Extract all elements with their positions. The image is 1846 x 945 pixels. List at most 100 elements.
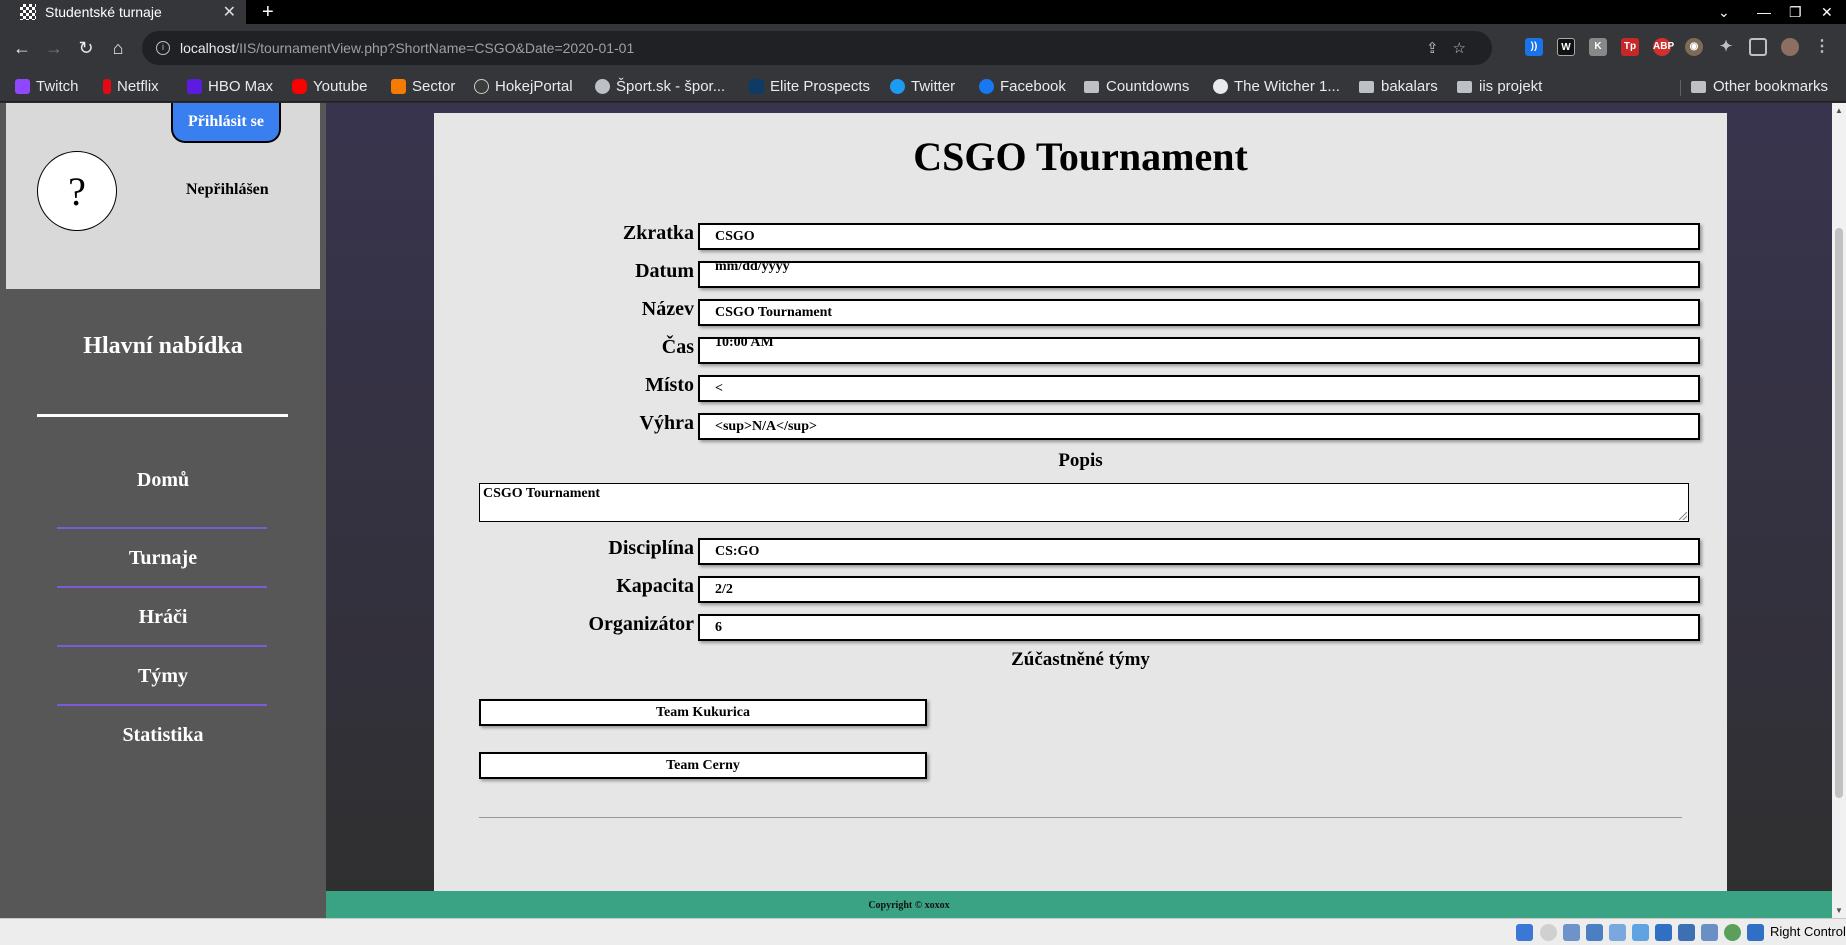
login-status: Nepřihlášen (186, 181, 269, 198)
extension-icon[interactable]: K (1589, 38, 1607, 56)
page-scrollbar[interactable]: ▲ ▼ (1832, 103, 1846, 918)
cpu-icon[interactable] (1701, 924, 1718, 941)
extension-icon[interactable]: Tp (1621, 38, 1639, 56)
url-host: localhost (180, 40, 236, 56)
label-capacity: Kapacita (616, 575, 694, 597)
bookmark-folder-bakalars[interactable]: bakalars (1359, 78, 1438, 95)
time-field[interactable]: 10:00 AM (698, 337, 1700, 364)
bookmark-youtube[interactable]: Youtube (292, 78, 368, 95)
mouse-integration-icon[interactable] (1724, 924, 1741, 941)
menu-item-tournaments[interactable]: Turnaje (0, 547, 326, 570)
tournament-card: CSGO Tournament Zkratka CSGO Datum mm/dd… (434, 113, 1727, 918)
home-icon[interactable]: ⌂ (106, 36, 130, 60)
menu-title: Hlavní nabídka (83, 333, 243, 359)
bookmark-folder-countdowns[interactable]: Countdowns (1084, 78, 1189, 95)
other-bookmarks[interactable]: Other bookmarks (1691, 78, 1828, 95)
close-window-icon[interactable]: ✕ (1821, 0, 1833, 24)
label-short-name: Zkratka (622, 222, 694, 244)
extension-icon[interactable]: )) (1525, 38, 1543, 56)
tab-search-icon[interactable]: ⌄ (1718, 0, 1730, 24)
extension-icon[interactable]: W (1557, 38, 1575, 56)
menu-item-teams[interactable]: Týmy (0, 665, 326, 688)
twitter-icon (890, 79, 905, 94)
video-capture-icon[interactable] (1678, 924, 1695, 941)
scroll-up-icon[interactable]: ▲ (1835, 106, 1843, 115)
restore-icon[interactable]: ❐ (1789, 0, 1802, 24)
extension-icon[interactable]: ◉ (1685, 38, 1703, 56)
bookmark-sector[interactable]: Sector (391, 78, 455, 95)
menu-item-home[interactable]: Domů (0, 469, 326, 492)
label-place: Místo (645, 374, 694, 396)
date-field[interactable]: mm/dd/yyyy (698, 261, 1700, 288)
team-item[interactable]: Team Cerny (479, 752, 927, 779)
menu-item-statistics[interactable]: Statistika (0, 724, 326, 747)
menu-separator (57, 645, 267, 647)
description-text: CSGO Tournament (483, 486, 601, 501)
menu-item-players[interactable]: Hráči (0, 606, 326, 629)
menu-kebab-icon[interactable]: ⋮ (1813, 38, 1831, 56)
site-info-icon[interactable]: i (156, 41, 170, 55)
shared-folder-icon[interactable] (1632, 924, 1649, 941)
bookmark-sport-sk[interactable]: Šport.sk - špor... (595, 78, 725, 95)
network-icon[interactable] (1586, 924, 1603, 941)
bookmark-hbo-max[interactable]: HBO Max (187, 78, 273, 95)
page-title: CSGO Tournament (913, 134, 1248, 179)
team-item[interactable]: Team Kukurica (479, 699, 927, 726)
organizer-field[interactable]: 6 (698, 614, 1700, 641)
folder-icon (1084, 80, 1099, 93)
navigation-bar: ← → ↻ ⌂ i localhost/IIS/tournamentView.p… (0, 24, 1846, 72)
minimize-icon[interactable]: — (1757, 0, 1771, 24)
place-field[interactable]: < (698, 375, 1700, 402)
description-textarea[interactable]: CSGO Tournament (479, 483, 1689, 522)
copyright-text: Copyright © xoxox (868, 900, 950, 911)
audio-icon[interactable] (1563, 924, 1580, 941)
close-tab-icon[interactable]: ✕ (223, 2, 236, 22)
scrollbar-thumb[interactable] (1835, 228, 1843, 798)
adblock-icon[interactable]: ABP (1653, 38, 1674, 56)
new-tab-icon[interactable]: + (262, 0, 274, 24)
globe-icon (1213, 79, 1228, 94)
elite-prospects-icon (749, 79, 764, 94)
hard-disk-icon[interactable] (1516, 924, 1533, 941)
netflix-icon (103, 79, 111, 94)
bookmark-twitter[interactable]: Twitter (890, 78, 955, 95)
address-bar[interactable]: i localhost/IIS/tournamentView.php?Short… (142, 31, 1492, 65)
display-icon[interactable] (1655, 924, 1672, 941)
teams-heading: Zúčastněné týmy (1011, 649, 1150, 670)
discipline-field[interactable]: CS:GO (698, 538, 1700, 565)
forward-icon[interactable]: → (42, 36, 66, 60)
share-icon[interactable]: ⇪ (1426, 40, 1453, 57)
bookmark-witcher[interactable]: The Witcher 1... (1213, 78, 1340, 95)
sector-icon (391, 79, 406, 94)
description-heading: Popis (1058, 450, 1103, 471)
short-name-field[interactable]: CSGO (698, 223, 1700, 250)
bookmark-facebook[interactable]: Facebook (979, 78, 1066, 95)
optical-drive-icon[interactable] (1540, 924, 1557, 941)
keyboard-capture-icon[interactable] (1747, 924, 1764, 941)
folder-icon (1457, 80, 1472, 93)
facebook-icon (979, 79, 994, 94)
bookmark-folder-iis-projekt[interactable]: iis projekt (1457, 78, 1542, 95)
resize-handle[interactable] (1679, 512, 1687, 520)
profile-avatar[interactable] (1781, 38, 1799, 56)
puzzle-icon[interactable]: ✦ (1717, 38, 1735, 56)
bookmark-elite-prospects[interactable]: Elite Prospects (749, 78, 870, 95)
label-organizer: Organizátor (588, 613, 694, 635)
login-button[interactable]: Přihlásit se (171, 103, 281, 143)
bookmark-hokejportal[interactable]: HokejPortal (474, 78, 573, 95)
side-panel-icon[interactable] (1749, 38, 1767, 56)
browser-tab[interactable]: Studentské turnaje ✕ (0, 0, 246, 24)
bookmark-twitch[interactable]: Twitch (15, 78, 79, 95)
usb-icon[interactable] (1609, 924, 1626, 941)
bookmark-netflix[interactable]: Netflix (103, 78, 159, 95)
bookmarks-divider (1680, 80, 1681, 96)
scroll-down-icon[interactable]: ▼ (1835, 906, 1843, 915)
back-icon[interactable]: ← (10, 36, 34, 60)
user-panel: ? Přihlásit se Nepřihlášen (6, 103, 320, 289)
bookmark-star-icon[interactable]: ☆ (1453, 40, 1480, 57)
bookmarks-bar: Twitch Netflix HBO Max Youtube Sector Ho… (0, 72, 1846, 102)
capacity-field[interactable]: 2/2 (698, 576, 1700, 603)
name-field[interactable]: CSGO Tournament (698, 299, 1700, 326)
prize-field[interactable]: <sup>N/A</sup> (698, 413, 1700, 440)
reload-icon[interactable]: ↻ (74, 36, 98, 60)
